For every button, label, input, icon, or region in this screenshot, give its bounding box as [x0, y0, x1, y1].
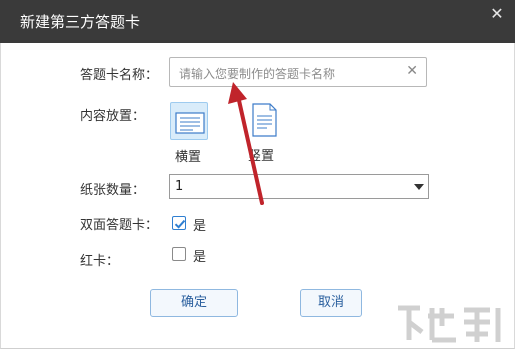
dialog-title: 新建第三方答题卡: [20, 13, 141, 31]
name-placeholder: 请输入您要制作的答题卡名称: [179, 67, 336, 81]
portrait-paper-icon: [252, 103, 277, 137]
quantity-label: 纸张数量：: [80, 183, 146, 198]
redcard-label: 红卡：: [80, 254, 120, 269]
name-input[interactable]: 请输入您要制作的答题卡名称 ✕: [169, 57, 427, 87]
portrait-option[interactable]: [245, 100, 283, 138]
checkmark-icon: [174, 219, 186, 229]
landscape-option[interactable]: [170, 102, 208, 140]
duplex-label: 双面答题卡：: [80, 218, 159, 233]
confirm-button[interactable]: 确定: [150, 289, 238, 317]
duplex-option-label[interactable]: 是: [193, 215, 206, 234]
name-label: 答题卡名称：: [80, 68, 159, 83]
landscape-paper-icon: [175, 112, 205, 134]
layout-label: 内容放置：: [80, 109, 146, 124]
dialog-titlebar: 新建第三方答题卡 ✕: [0, 0, 515, 43]
quantity-select[interactable]: 1: [169, 174, 429, 199]
dropdown-arrow-icon[interactable]: [414, 184, 424, 190]
redcard-option-label[interactable]: 是: [193, 246, 206, 265]
landscape-label[interactable]: 横置: [175, 146, 201, 165]
redcard-checkbox[interactable]: [172, 247, 186, 261]
quantity-value: 1: [175, 179, 184, 194]
site-watermark-logo: [398, 305, 501, 343]
duplex-checkbox[interactable]: [172, 216, 186, 230]
cancel-button[interactable]: 取消: [300, 289, 362, 317]
portrait-label[interactable]: 竖置: [248, 145, 274, 164]
close-icon[interactable]: ✕: [488, 5, 506, 23]
clear-input-icon[interactable]: ✕: [406, 63, 418, 79]
